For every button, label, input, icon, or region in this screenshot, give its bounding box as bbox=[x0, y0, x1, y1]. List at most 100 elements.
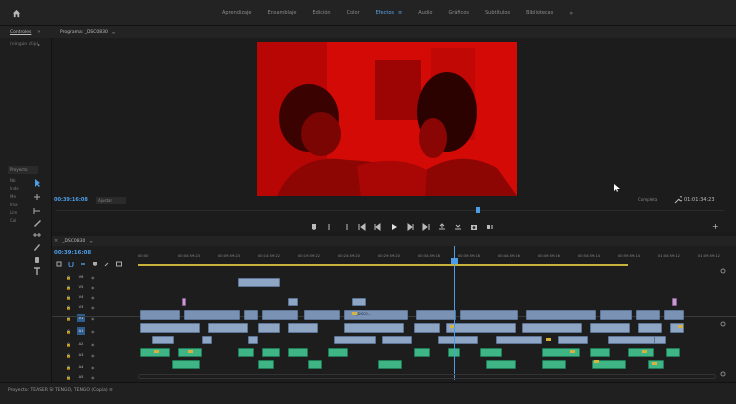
go-to-in-icon[interactable] bbox=[358, 223, 366, 231]
video-clip[interactable] bbox=[244, 310, 258, 320]
eye-icon[interactable]: ◉ bbox=[91, 285, 95, 290]
ripple-edit-tool-icon[interactable] bbox=[32, 206, 42, 216]
audio-clip[interactable] bbox=[288, 348, 308, 357]
lock-icon[interactable]: 🔒 bbox=[66, 305, 71, 310]
timeline-tracks[interactable]: _DSC0... bbox=[138, 268, 716, 380]
track-header[interactable]: 🔒 A4 ◉ bbox=[54, 362, 134, 372]
selection-tool-icon[interactable] bbox=[32, 178, 42, 188]
monitor-playhead[interactable] bbox=[476, 207, 480, 213]
close-icon[interactable]: × bbox=[54, 238, 58, 244]
lock-icon[interactable]: 🔒 bbox=[66, 375, 71, 380]
settings-wrench-icon[interactable] bbox=[104, 261, 110, 267]
home-icon[interactable] bbox=[12, 9, 21, 18]
lift-icon[interactable] bbox=[438, 223, 446, 231]
video-clip[interactable] bbox=[672, 298, 677, 306]
captions-icon[interactable] bbox=[116, 261, 122, 267]
video-clip[interactable] bbox=[288, 298, 298, 306]
zoom-fit-select[interactable]: Ajustar bbox=[96, 197, 126, 204]
audio-clip[interactable] bbox=[480, 348, 502, 357]
track-header[interactable]: 🔒 A1 ◉ bbox=[54, 326, 134, 336]
video-clip[interactable] bbox=[460, 310, 518, 320]
video-clip[interactable] bbox=[238, 278, 280, 287]
eye-icon[interactable]: ◉ bbox=[91, 305, 95, 310]
go-to-out-icon[interactable] bbox=[422, 223, 430, 231]
mute-icon[interactable]: ◉ bbox=[91, 342, 95, 347]
track-label[interactable]: V5 bbox=[77, 283, 85, 291]
audio-clip[interactable] bbox=[248, 336, 258, 344]
workspace-tab[interactable]: Gráficos bbox=[440, 10, 477, 16]
audio-clip[interactable] bbox=[202, 336, 212, 344]
vertical-zoom-scrollbar[interactable] bbox=[720, 268, 726, 378]
project-panel-tab[interactable]: Proyecto bbox=[8, 166, 38, 174]
audio-clip[interactable] bbox=[172, 360, 200, 369]
monitor-time-ruler[interactable] bbox=[56, 210, 724, 216]
video-clip[interactable] bbox=[600, 310, 632, 320]
audio-clip[interactable] bbox=[446, 323, 516, 333]
marker-icon[interactable] bbox=[310, 223, 318, 231]
track-label[interactable]: A5 bbox=[77, 373, 85, 381]
workspace-tab[interactable]: Efectos ≡ bbox=[368, 10, 411, 16]
project-list-item[interactable]: Ima bbox=[10, 202, 18, 207]
track-header[interactable]: 🔒 A5 ◉ bbox=[54, 372, 134, 382]
lock-icon[interactable]: 🔒 bbox=[66, 329, 71, 334]
track-label[interactable]: A2 bbox=[77, 340, 85, 348]
track-header[interactable]: 🔒 V3 ◉ bbox=[54, 302, 134, 312]
clip-selector[interactable]: (ningún clip) bbox=[10, 42, 38, 47]
lock-icon[interactable]: 🔒 bbox=[66, 353, 71, 358]
project-list-item[interactable]: Inde bbox=[10, 186, 19, 191]
wrench-icon[interactable] bbox=[674, 196, 682, 204]
audio-clip[interactable] bbox=[382, 336, 412, 344]
workspace-tab[interactable]: Edición bbox=[304, 10, 338, 16]
video-clip[interactable] bbox=[636, 310, 660, 320]
audio-clip[interactable] bbox=[334, 336, 376, 344]
type-tool-icon[interactable] bbox=[32, 266, 42, 276]
work-area-bar[interactable] bbox=[138, 264, 628, 266]
lock-icon[interactable]: 🔒 bbox=[66, 342, 71, 347]
step-back-icon[interactable] bbox=[374, 223, 382, 231]
nest-icon[interactable] bbox=[56, 261, 62, 267]
workspace-tab[interactable]: Aprendizaje bbox=[214, 10, 260, 16]
audio-clip[interactable] bbox=[590, 323, 630, 333]
track-label[interactable]: V6 bbox=[77, 273, 85, 281]
audio-clip[interactable] bbox=[308, 360, 322, 369]
audio-clip[interactable] bbox=[666, 348, 680, 357]
tab-effect-controls[interactable]: Controles bbox=[0, 30, 31, 35]
track-select-tool-icon[interactable] bbox=[32, 192, 42, 202]
add-button[interactable]: + bbox=[712, 222, 719, 231]
step-forward-icon[interactable] bbox=[406, 223, 414, 231]
audio-clip[interactable] bbox=[238, 348, 254, 357]
audio-clip[interactable] bbox=[208, 323, 248, 333]
workspace-tab[interactable]: Bibliotecas bbox=[518, 10, 561, 16]
mute-icon[interactable]: ◉ bbox=[91, 329, 95, 334]
audio-clip[interactable] bbox=[262, 348, 280, 357]
audio-clip[interactable] bbox=[628, 348, 654, 357]
project-list-item[interactable]: Nb bbox=[10, 178, 16, 183]
playback-resolution-select[interactable]: Completa bbox=[638, 197, 657, 202]
lock-icon[interactable]: 🔒 bbox=[66, 275, 71, 280]
sequence-tab[interactable]: _DSC0830 bbox=[62, 239, 85, 244]
camera-icon[interactable] bbox=[470, 223, 478, 231]
track-header[interactable]: 🔒 V5 ◉ bbox=[54, 282, 134, 292]
razor-tool-icon[interactable] bbox=[32, 218, 42, 228]
video-clip[interactable] bbox=[352, 298, 366, 306]
video-clip[interactable] bbox=[304, 310, 340, 320]
video-frame[interactable] bbox=[257, 42, 517, 196]
workspace-tab[interactable]: Color bbox=[339, 10, 368, 16]
workspace-tab[interactable]: Subtítulos bbox=[477, 10, 518, 16]
audio-clip[interactable] bbox=[438, 336, 478, 344]
panel-menu-icon[interactable]: ≡ bbox=[112, 30, 115, 35]
audio-clip[interactable] bbox=[638, 323, 662, 333]
project-list-item[interactable]: Cal bbox=[10, 218, 16, 223]
workspace-tab[interactable]: Ensamblaje bbox=[260, 10, 305, 16]
lock-icon[interactable]: 🔒 bbox=[66, 365, 71, 370]
audio-clip[interactable] bbox=[590, 348, 610, 357]
track-label[interactable]: A1 bbox=[76, 327, 85, 335]
panel-menu-icon[interactable]: ≡ bbox=[89, 239, 92, 244]
audio-clip[interactable] bbox=[414, 323, 440, 333]
video-clip[interactable] bbox=[182, 298, 186, 306]
add-marker-icon[interactable] bbox=[92, 261, 98, 267]
video-clip[interactable] bbox=[262, 310, 298, 320]
mute-icon[interactable]: ◉ bbox=[91, 375, 95, 380]
track-header[interactable]: 🔒 V4 ◉ bbox=[54, 292, 134, 302]
video-clip[interactable] bbox=[526, 310, 596, 320]
